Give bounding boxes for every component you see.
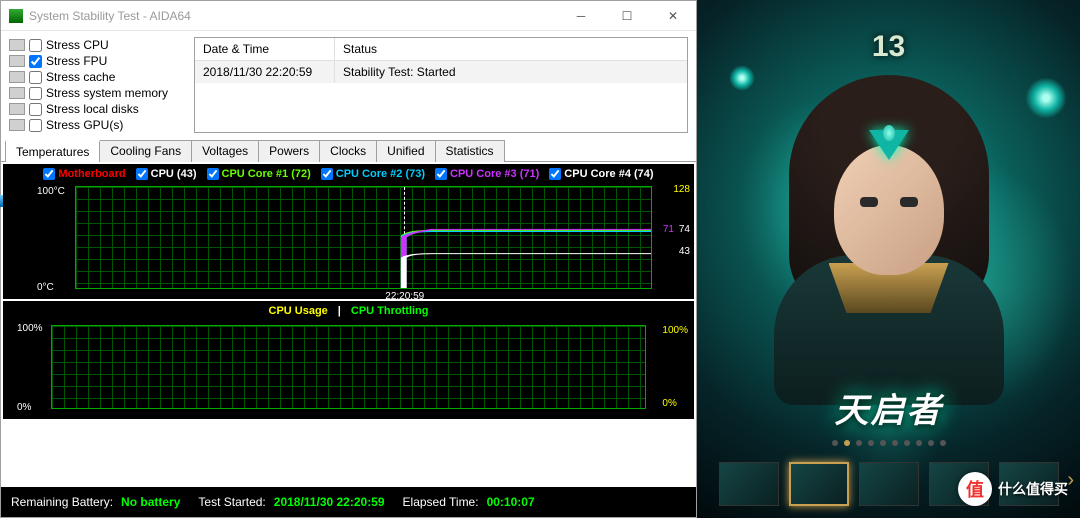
aida64-window: System Stability Test - AIDA64 ─ ☐ ✕ Str… bbox=[0, 0, 697, 518]
close-button[interactable]: ✕ bbox=[650, 1, 696, 31]
battery-label: Remaining Battery:No battery bbox=[11, 495, 180, 509]
skin-title: 天启者 bbox=[697, 383, 1080, 432]
pagination-dot[interactable] bbox=[844, 440, 850, 446]
usage-legend: CPU Usage | CPU Throttling bbox=[3, 301, 694, 321]
device-icon bbox=[9, 39, 25, 51]
legend-item[interactable]: CPU Core #3 (71) bbox=[435, 168, 539, 180]
titlebar[interactable]: System Stability Test - AIDA64 ─ ☐ ✕ bbox=[1, 1, 696, 31]
pagination-dot[interactable] bbox=[904, 440, 910, 446]
temperature-legend: Motherboard CPU (43) CPU Core #1 (72) CP… bbox=[3, 164, 694, 184]
pagination-dot[interactable] bbox=[832, 440, 838, 446]
stress-option[interactable]: Stress cache bbox=[9, 69, 184, 85]
maximize-button[interactable]: ☐ bbox=[604, 1, 650, 31]
usage-axis-right: 100%0% bbox=[662, 325, 688, 409]
axis-right-43: 43 bbox=[679, 246, 690, 257]
col-datetime[interactable]: Date & Time bbox=[195, 38, 335, 60]
stress-checkbox[interactable] bbox=[29, 87, 42, 100]
stress-options-list: Stress CPU Stress FPU Stress cache Stres… bbox=[9, 37, 184, 133]
stress-checkbox[interactable] bbox=[29, 103, 42, 116]
champion-portrait bbox=[759, 75, 1019, 405]
game-skin-panel: 13 天启者 🔒 › 值 什么值得买 bbox=[697, 0, 1080, 518]
tab-statistics[interactable]: Statistics bbox=[435, 140, 505, 162]
watermark-badge-icon: 值 bbox=[958, 472, 992, 506]
stress-option[interactable]: Stress system memory bbox=[9, 85, 184, 101]
device-icon bbox=[9, 119, 25, 131]
legend-item[interactable]: CPU Core #2 (73) bbox=[321, 168, 425, 180]
legend-item[interactable]: CPU Core #1 (72) bbox=[207, 168, 311, 180]
cpu-usage-chart: CPU Usage | CPU Throttling 100%0% 100%0% bbox=[3, 301, 694, 419]
chart-tabs: TemperaturesCooling FansVoltagesPowersCl… bbox=[1, 139, 696, 161]
next-arrow-icon[interactable]: › bbox=[1067, 469, 1074, 492]
stress-checkbox[interactable] bbox=[29, 39, 42, 52]
started-label: Test Started:2018/11/30 22:20:59 bbox=[198, 495, 384, 509]
temp-curves bbox=[76, 187, 651, 288]
legend-item[interactable]: CPU Core #4 (74) bbox=[549, 168, 653, 180]
usage-grid bbox=[51, 325, 646, 409]
stress-option[interactable]: Stress local disks bbox=[9, 101, 184, 117]
event-log-table: Date & Time Status 2018/11/30 22:20:59 S… bbox=[194, 37, 688, 133]
tab-voltages[interactable]: Voltages bbox=[191, 140, 259, 162]
device-icon bbox=[9, 103, 25, 115]
legend-checkbox[interactable] bbox=[435, 168, 447, 180]
axis-right-71: 71 bbox=[663, 224, 674, 235]
pagination-dot[interactable] bbox=[880, 440, 886, 446]
tab-powers[interactable]: Powers bbox=[258, 140, 320, 162]
skin-thumb[interactable] bbox=[859, 462, 919, 506]
tab-temperatures[interactable]: Temperatures bbox=[5, 140, 100, 162]
table-row: 2018/11/30 22:20:59 Stability Test: Star… bbox=[195, 61, 687, 83]
window-title: System Stability Test - AIDA64 bbox=[1, 9, 191, 23]
stress-option[interactable]: Stress CPU bbox=[9, 37, 184, 53]
y-axis-left: 100°C0°C bbox=[37, 186, 65, 293]
pagination-dot[interactable] bbox=[928, 440, 934, 446]
device-icon bbox=[9, 87, 25, 99]
app-icon bbox=[9, 9, 23, 23]
watermark-text: 什么值得买 bbox=[998, 479, 1068, 499]
stress-option[interactable]: Stress GPU(s) bbox=[9, 117, 184, 133]
pagination-dot[interactable] bbox=[856, 440, 862, 446]
axis-right-128: 128 bbox=[673, 184, 690, 195]
skin-thumb-selected[interactable] bbox=[789, 462, 849, 506]
tab-clocks[interactable]: Clocks bbox=[319, 140, 377, 162]
legend-checkbox[interactable] bbox=[549, 168, 561, 180]
tab-cooling-fans[interactable]: Cooling Fans bbox=[99, 140, 192, 162]
legend-item[interactable]: CPU (43) bbox=[136, 168, 197, 180]
stress-checkbox[interactable] bbox=[29, 71, 42, 84]
tab-unified[interactable]: Unified bbox=[376, 140, 435, 162]
pagination-dot[interactable] bbox=[892, 440, 898, 446]
legend-checkbox[interactable] bbox=[207, 168, 219, 180]
pagination-dot[interactable] bbox=[940, 440, 946, 446]
stress-checkbox[interactable] bbox=[29, 119, 42, 132]
pagination-dot[interactable] bbox=[916, 440, 922, 446]
stress-option[interactable]: Stress FPU bbox=[9, 53, 184, 69]
legend-checkbox[interactable] bbox=[321, 168, 333, 180]
skin-pagination-dots[interactable] bbox=[697, 440, 1080, 446]
legend-item[interactable]: Motherboard bbox=[43, 168, 125, 180]
status-bar: Remaining Battery:No battery Test Starte… bbox=[1, 487, 696, 517]
pagination-dot[interactable] bbox=[868, 440, 874, 446]
watermark: 值 什么值得买 bbox=[958, 472, 1068, 506]
usage-axis-left: 100%0% bbox=[17, 323, 43, 413]
skin-thumb[interactable] bbox=[719, 462, 779, 506]
axis-right-74: 74 bbox=[679, 224, 690, 235]
device-icon bbox=[9, 71, 25, 83]
device-icon bbox=[9, 55, 25, 67]
legend-checkbox[interactable] bbox=[136, 168, 148, 180]
legend-checkbox[interactable] bbox=[43, 168, 55, 180]
minimize-button[interactable]: ─ bbox=[558, 1, 604, 31]
stress-checkbox[interactable] bbox=[29, 55, 42, 68]
col-status[interactable]: Status bbox=[335, 38, 385, 60]
elapsed-label: Elapsed Time:00:10:07 bbox=[403, 495, 535, 509]
temperature-chart: Motherboard CPU (43) CPU Core #1 (72) CP… bbox=[3, 164, 694, 299]
chart-grid: 22:20:59 bbox=[75, 186, 652, 289]
